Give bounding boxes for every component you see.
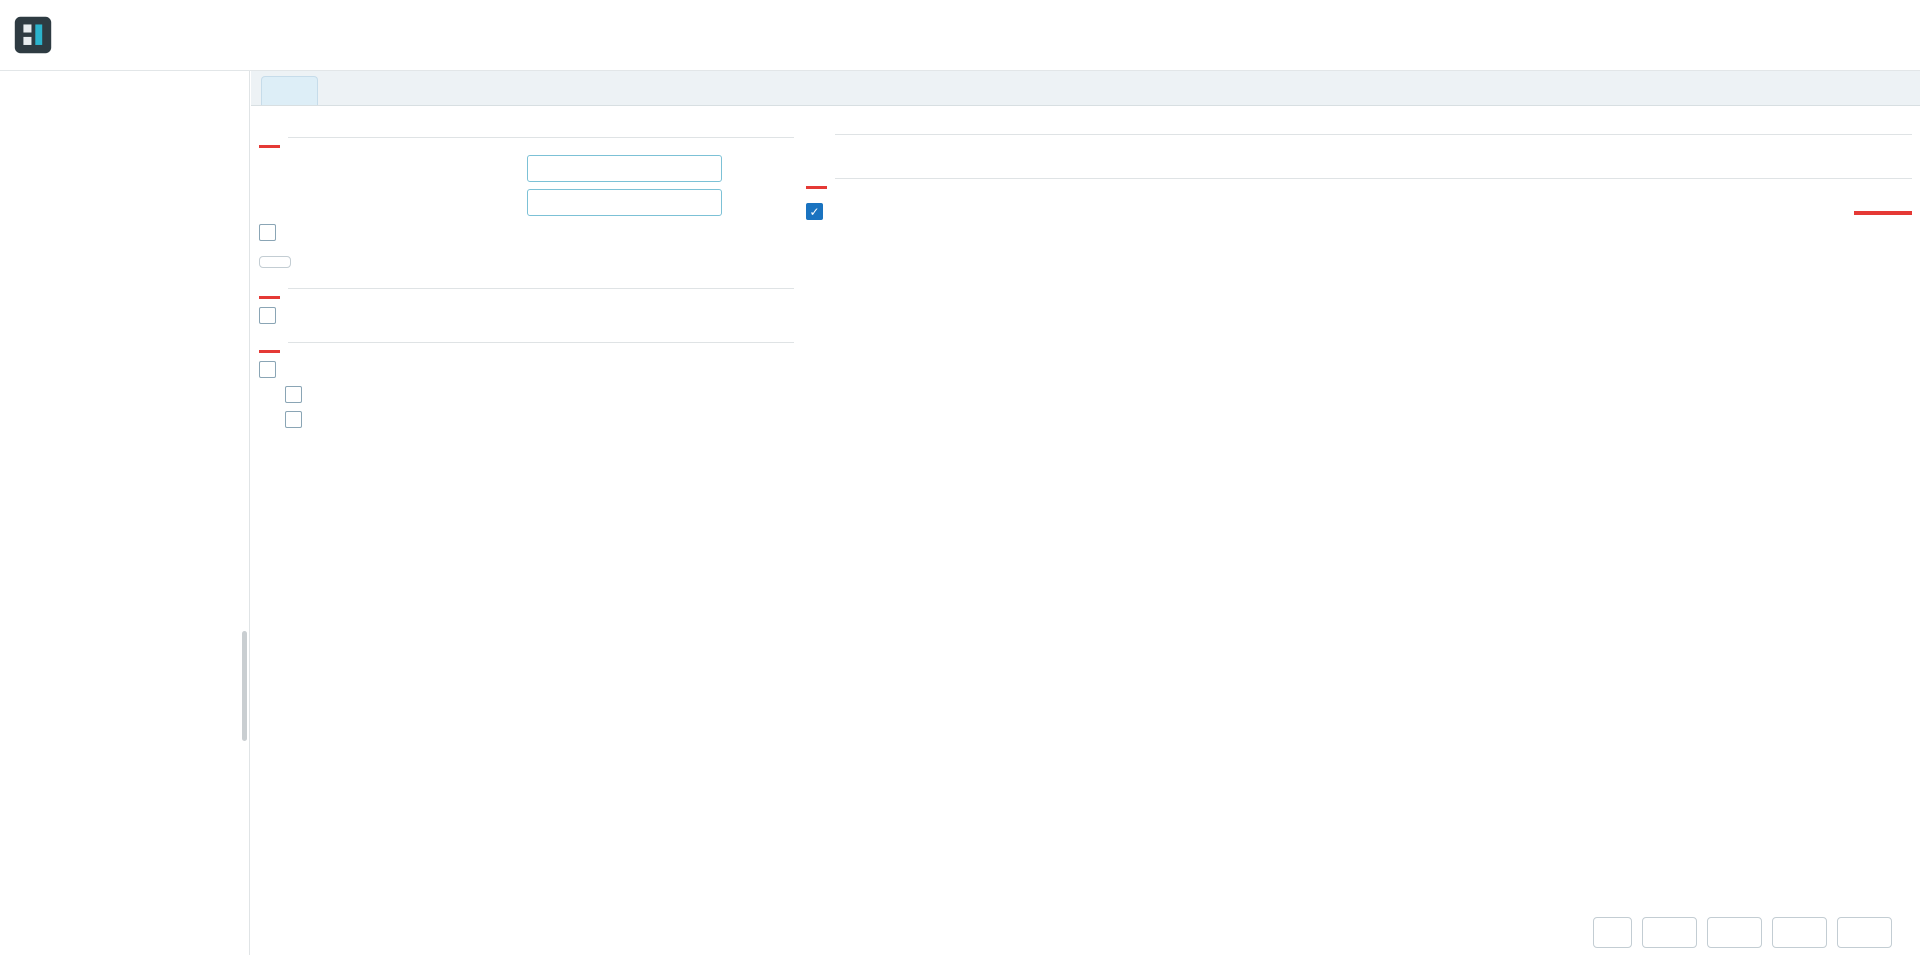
section-signatures-header	[806, 168, 1912, 189]
save-button[interactable]	[1642, 917, 1697, 948]
doc-tab-integration[interactable]	[261, 76, 318, 105]
sidebar-scrollbar[interactable]	[242, 631, 247, 741]
app-logo[interactable]	[10, 12, 56, 58]
chevron-down-icon[interactable]	[705, 163, 718, 176]
ask-signing-password-row	[806, 203, 1912, 220]
divider	[288, 342, 794, 343]
collapse-icon[interactable]	[259, 278, 274, 293]
confirm-no-invoice-row	[285, 386, 794, 403]
collapse-icon[interactable]	[806, 127, 821, 142]
section-organization-header	[806, 127, 1912, 142]
document-tabbar	[251, 71, 1920, 106]
doc-actions	[1850, 71, 1906, 105]
divider	[288, 137, 794, 138]
edn-settings-panel	[259, 119, 794, 909]
use-docudrive-row	[259, 361, 794, 378]
collapse-icon[interactable]	[259, 332, 274, 347]
confirm-no-order-row	[259, 307, 794, 324]
collapse-icon[interactable]	[259, 127, 274, 142]
divider	[835, 134, 1912, 135]
chevron-down-icon[interactable]	[705, 197, 718, 210]
refresh-icon	[1604, 924, 1621, 941]
confirm-no-order-checkbox[interactable]	[259, 307, 276, 324]
form-icon	[273, 83, 289, 99]
edit-button[interactable]	[1850, 78, 1870, 98]
fullscreen-button[interactable]	[1886, 78, 1906, 98]
collapse-icon[interactable]	[806, 168, 821, 183]
disable-read-notices-row	[285, 411, 794, 428]
disable-read-notices-checkbox[interactable]	[285, 411, 302, 428]
save-icon	[1657, 924, 1674, 941]
cancel-icon	[1722, 924, 1739, 941]
edn-content	[251, 117, 1920, 909]
organizations-panel	[806, 119, 1912, 909]
organizations-table-toolbar	[806, 148, 1912, 160]
ask-signing-password-checkbox[interactable]	[806, 203, 823, 220]
section-general-title	[259, 127, 280, 148]
signatures-table-toolbar	[806, 232, 1912, 244]
footer-actions	[251, 909, 1920, 955]
main-area	[251, 71, 1920, 955]
sent-folder-row	[259, 189, 794, 216]
received-folder-row	[259, 155, 794, 182]
ok-icon	[1787, 924, 1804, 941]
section-invoices-header	[259, 332, 794, 353]
get-messages-button[interactable]	[259, 256, 291, 268]
ok-button[interactable]	[1772, 917, 1827, 948]
navigation-sidebar	[0, 71, 250, 955]
received-folder-input[interactable]	[527, 155, 722, 182]
disable-confirmation-row	[259, 224, 794, 241]
section-signatures-title	[806, 168, 827, 189]
cancel-button[interactable]	[1707, 917, 1762, 948]
use-docudrive-checkbox[interactable]	[259, 361, 276, 378]
section-invoices-title	[259, 332, 280, 353]
close-button[interactable]	[1837, 917, 1892, 948]
close-icon	[1852, 924, 1869, 941]
refresh-button[interactable]	[1593, 917, 1632, 948]
section-general-header	[259, 127, 794, 148]
divider	[835, 178, 1912, 179]
section-orders-header	[259, 278, 794, 299]
confirm-no-invoice-checkbox[interactable]	[285, 386, 302, 403]
section-orders-title	[259, 278, 280, 299]
sent-folder-input[interactable]	[527, 189, 722, 216]
disable-confirmation-checkbox[interactable]	[259, 224, 276, 241]
app-header	[0, 0, 1920, 71]
divider	[288, 288, 794, 289]
section-organization-title	[806, 127, 827, 142]
